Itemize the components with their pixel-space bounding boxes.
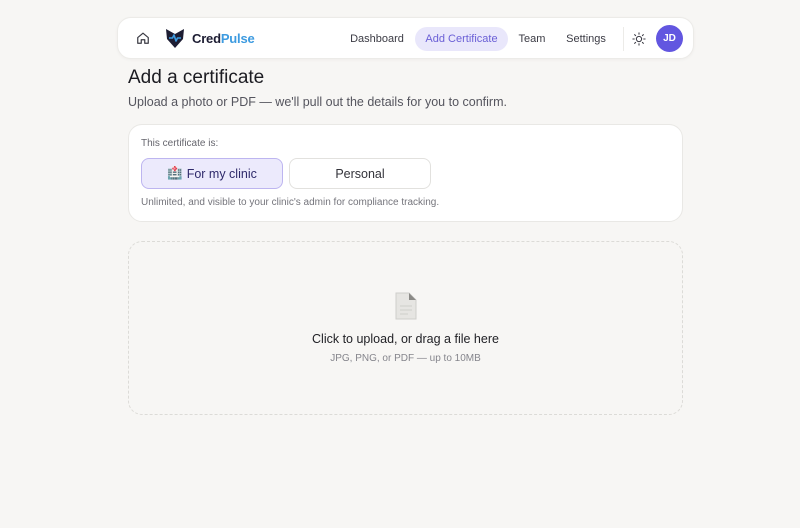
hospital-icon: 🏥: [167, 166, 183, 180]
certificate-type-note: Unlimited, and visible to your clinic's …: [141, 197, 440, 208]
nav-settings[interactable]: Settings: [563, 27, 609, 51]
user-avatar[interactable]: JD: [656, 25, 683, 52]
file-upload-dropzone[interactable]: Click to upload, or drag a file here JPG…: [128, 241, 683, 415]
nav-divider: [623, 27, 624, 51]
brand-name-part1: Cred: [192, 31, 221, 46]
page-subtitle: Upload a photo or PDF — we'll pull out t…: [128, 95, 507, 109]
top-navbar: CredPulse Dashboard Add Certificate Team…: [117, 17, 694, 59]
brand-name-part2: Pulse: [220, 31, 255, 46]
nav-add-certificate[interactable]: Add Certificate: [415, 27, 508, 51]
upload-title: Click to upload, or drag a file here: [312, 332, 499, 346]
nav-dashboard[interactable]: Dashboard: [346, 27, 408, 51]
option-personal-label: Personal: [335, 166, 385, 181]
home-icon[interactable]: [135, 30, 151, 46]
brand-name[interactable]: CredPulse: [192, 31, 255, 46]
page-title: Add a certificate: [128, 67, 265, 88]
heart-pulse-logo[interactable]: [165, 27, 185, 49]
option-personal[interactable]: Personal: [289, 158, 431, 189]
certificate-type-label: This certificate is:: [141, 138, 219, 149]
option-for-my-clinic[interactable]: 🏥 For my clinic: [141, 158, 283, 189]
upload-hint: JPG, PNG, or PDF — up to 10MB: [330, 353, 481, 364]
nav-team[interactable]: Team: [515, 27, 549, 51]
certificate-type-card: This certificate is: 🏥 For my clinic Per…: [128, 124, 683, 222]
document-icon: [395, 292, 417, 320]
sun-icon[interactable]: [630, 30, 648, 48]
option-for-my-clinic-label: For my clinic: [186, 166, 257, 181]
